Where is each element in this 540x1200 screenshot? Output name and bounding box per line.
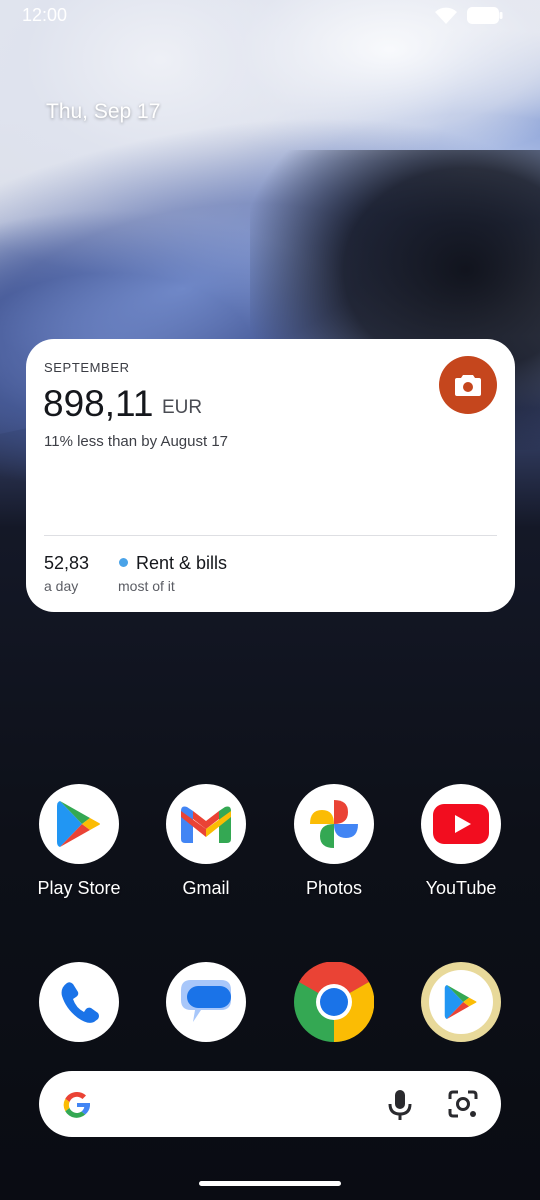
- phone-icon: [61, 982, 99, 1023]
- photos-icon: [310, 800, 358, 848]
- category-dot: [119, 558, 128, 567]
- app-label: YouTube: [425, 878, 497, 898]
- play-store-icon: [57, 801, 100, 847]
- microphone-icon[interactable]: [387, 1088, 413, 1122]
- app-youtube[interactable]: YouTube: [406, 784, 516, 899]
- camera-icon: [455, 375, 481, 396]
- dock-play-store-beta[interactable]: [406, 962, 516, 1042]
- status-time: 12:00: [22, 5, 68, 25]
- messages-icon: [181, 980, 231, 1022]
- widget-currency: EUR: [162, 397, 203, 418]
- widget-daily-value: 52,83: [44, 553, 90, 573]
- youtube-icon: [433, 804, 489, 844]
- wifi-icon: [435, 7, 457, 24]
- chrome-icon: [294, 962, 374, 1042]
- google-icon: [63, 1091, 90, 1118]
- app-gmail[interactable]: Gmail: [151, 784, 261, 899]
- widget-category: Rent & bills: [136, 553, 228, 573]
- lens-icon[interactable]: [447, 1089, 479, 1119]
- widget-divider: [44, 535, 497, 536]
- google-search-bar[interactable]: [39, 1071, 501, 1137]
- widget-month: SEPTEMBER: [44, 360, 130, 375]
- dock-chrome[interactable]: [279, 962, 389, 1042]
- status-bar: 12:00: [0, 0, 540, 32]
- dock-phone[interactable]: [24, 962, 134, 1042]
- battery-icon: [467, 7, 503, 24]
- app-label: Play Store: [37, 878, 121, 898]
- widget-amount: 898,11: [43, 383, 154, 424]
- spending-widget[interactable]: SEPTEMBER 898,11 EUR 11% less than by Au…: [26, 339, 515, 612]
- app-photos[interactable]: Photos: [279, 784, 389, 899]
- app-label: Gmail: [182, 878, 230, 898]
- widget-daily-label: a day: [44, 578, 79, 594]
- app-label: Photos: [305, 878, 363, 898]
- app-play-store[interactable]: Play Store: [24, 784, 134, 899]
- widget-comparison: 11% less than by August 17: [44, 433, 229, 450]
- gesture-navigation-bar[interactable]: [199, 1181, 341, 1186]
- lockscreen-date[interactable]: Thu, Sep 17: [46, 100, 160, 124]
- widget-category-label: most of it: [118, 578, 175, 594]
- gmail-icon: [181, 806, 231, 843]
- camera-button[interactable]: [439, 356, 497, 414]
- play-store-beta-icon: [444, 985, 477, 1019]
- dock-messages[interactable]: [151, 962, 261, 1042]
